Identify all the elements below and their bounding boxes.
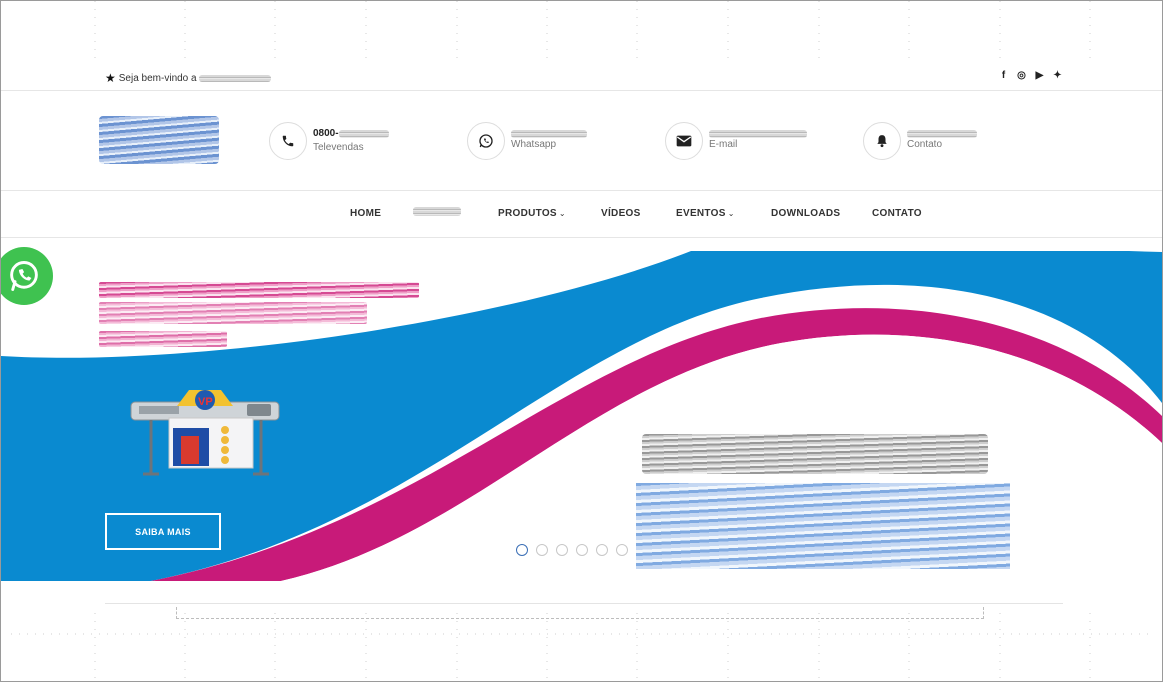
nav-item-downloads[interactable]: DOWNLOADS: [771, 208, 840, 219]
envelope-icon: [665, 122, 703, 160]
slide-dot-2[interactable]: [536, 544, 548, 556]
twitter-icon[interactable]: ✦: [1053, 70, 1062, 81]
contact-contato[interactable]: Contato: [863, 122, 977, 160]
youtube-icon[interactable]: ▶: [1035, 70, 1044, 81]
redacted-email: [709, 130, 807, 138]
nav-item-redacted[interactable]: [413, 207, 461, 219]
slide-dot-3[interactable]: [556, 544, 568, 556]
redacted-whatsapp: [511, 130, 587, 138]
email-label: E-mail: [709, 139, 738, 150]
slide-dot-6[interactable]: [616, 544, 628, 556]
slide-dot-1[interactable]: [516, 544, 528, 556]
nav-label-eventos: EVENTOS: [676, 208, 726, 219]
instagram-icon[interactable]: ◎: [1017, 70, 1026, 81]
redacted-contato: [907, 130, 977, 138]
nav-item-produtos[interactable]: PRODUTOS ⌄: [498, 208, 566, 219]
nav-label-produtos: PRODUTOS: [498, 208, 557, 219]
redacted-slide-title-line2: [99, 302, 367, 324]
redacted-slide-subtitle: [99, 331, 227, 347]
contato-label: Contato: [907, 139, 943, 150]
contact-televendas[interactable]: 0800- Televendas: [269, 122, 389, 160]
whatsapp-label: Whatsapp: [511, 139, 557, 150]
svg-text:VP: VP: [198, 396, 213, 408]
hero-slider: VP SAIBA MAIS: [1, 238, 1162, 581]
facebook-icon[interactable]: f: [999, 70, 1008, 81]
nav-label-downloads: DOWNLOADS: [771, 208, 841, 219]
slide-dot-4[interactable]: [576, 544, 588, 556]
saiba-mais-button[interactable]: SAIBA MAIS: [105, 513, 221, 550]
printer-image: VP: [130, 390, 280, 476]
redacted-slide-title: [99, 282, 419, 298]
site-logo[interactable]: [99, 116, 219, 164]
chevron-down-icon: ⌄: [558, 209, 566, 218]
builder-placeholder: [176, 607, 984, 619]
redacted-phone: [338, 130, 389, 138]
nav-item-home[interactable]: HOME: [350, 208, 381, 219]
slide-dot-5[interactable]: [596, 544, 608, 556]
contact-whatsapp[interactable]: Whatsapp: [467, 122, 587, 160]
redacted-nav-item: [413, 207, 461, 216]
whatsapp-icon: [10, 261, 38, 291]
slider-pagination: [516, 544, 628, 556]
top-bar: ★ Seja bem-vindo a f ◎ ▶ ✦: [1, 63, 1162, 91]
whatsapp-icon: [467, 122, 505, 160]
nav-label-contato: CONTATO: [872, 208, 922, 219]
site-header: 0800- Televendas Whatsapp E-mail Contato: [1, 91, 1162, 191]
nav-label-videos: VÍDEOS: [601, 208, 641, 219]
main-navigation: HOME PRODUTOS ⌄ VÍDEOS EVENTOS ⌄ DOWNLOADS…: [1, 192, 1162, 238]
contact-email[interactable]: E-mail: [665, 122, 807, 160]
welcome-message: ★ Seja bem-vindo a: [105, 71, 271, 85]
star-icon: ★: [105, 71, 116, 85]
redacted-slide-logo: [636, 483, 1010, 569]
content-divider: [105, 603, 1063, 604]
bell-icon: [863, 122, 901, 160]
redacted-slide-heading: [642, 434, 988, 474]
televendas-number: 0800-: [313, 128, 339, 139]
browser-page: ★ Seja bem-vindo a f ◎ ▶ ✦ 0800- Televen…: [0, 0, 1163, 682]
nav-item-eventos[interactable]: EVENTOS ⌄: [676, 208, 735, 219]
redacted-site-name: [198, 74, 271, 82]
nav-item-contato[interactable]: CONTATO: [872, 208, 922, 219]
televendas-label: Televendas: [313, 142, 364, 153]
welcome-text: Seja bem-vindo a: [118, 72, 197, 84]
social-links: f ◎ ▶ ✦: [999, 70, 1062, 81]
chevron-down-icon: ⌄: [727, 209, 735, 218]
nav-label-home: HOME: [350, 208, 382, 219]
phone-icon: [269, 122, 307, 160]
nav-item-videos[interactable]: VÍDEOS: [601, 208, 641, 219]
